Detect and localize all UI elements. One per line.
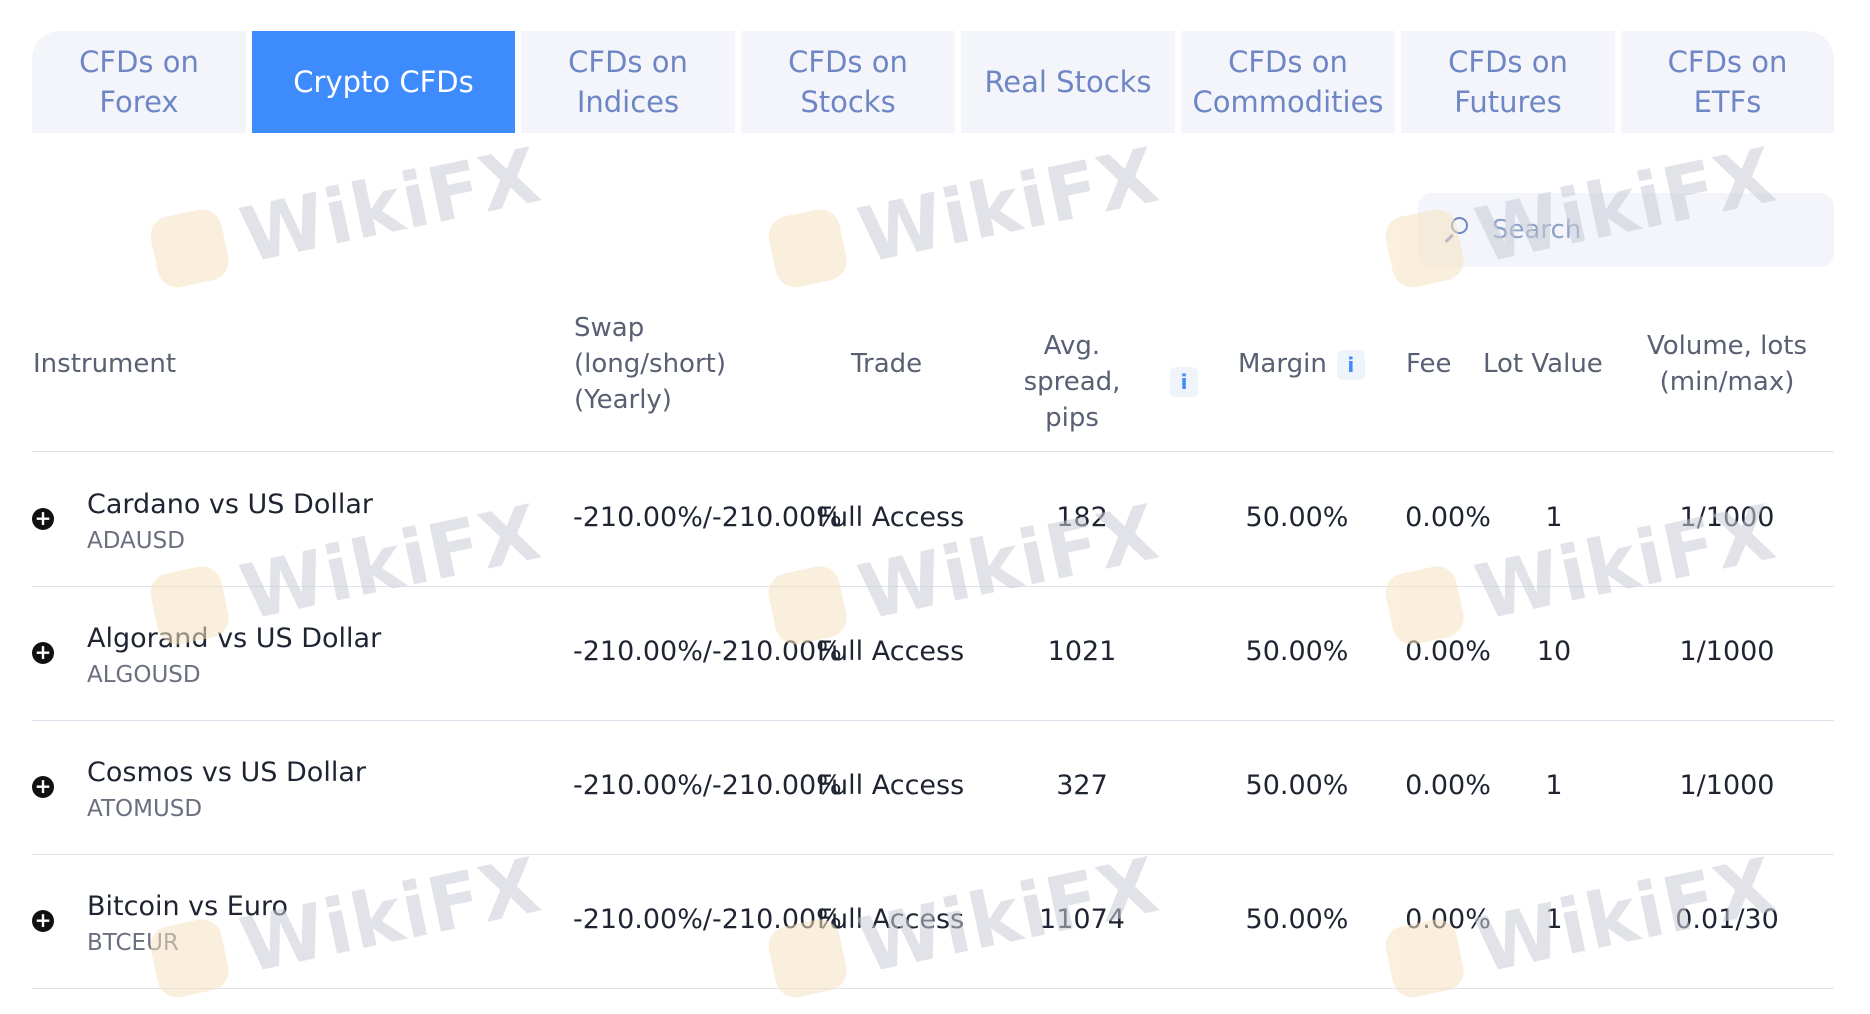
instrument-symbol: BTCEUR [87, 930, 179, 956]
tab-label: CFDs on Futures [1448, 45, 1568, 119]
column-header-volume-line: Volume, lots [1646, 331, 1808, 361]
column-header-spread-line: pips [1045, 403, 1099, 433]
lot-value: 1 [1545, 770, 1563, 801]
instrument-name: Algorand vs US Dollar [87, 623, 382, 654]
watermark: WikiFX [145, 130, 548, 299]
spread-value: 327 [1056, 770, 1108, 801]
column-header-fee: Fee [1406, 349, 1452, 379]
volume-value: 0.01/30 [1675, 904, 1779, 935]
table-header: Instrument Swap (long/short) (Yearly) Tr… [32, 300, 1834, 452]
table-row[interactable]: + Cardano vs US Dollar ADAUSD -210.00%/-… [32, 453, 1834, 587]
column-header-margin: Margin i [1238, 346, 1365, 382]
instrument-name: Cosmos vs US Dollar [87, 757, 366, 788]
swap-value: -210.00%/-210.00% [573, 636, 842, 667]
volume-value: 1/1000 [1679, 502, 1775, 533]
table-row[interactable]: + Cosmos vs US Dollar ATOMUSD -210.00%/-… [32, 721, 1834, 855]
volume-value: 1/1000 [1679, 636, 1775, 667]
instrument-name: Cardano vs US Dollar [87, 489, 373, 520]
column-header-spread-label: Avg. spread, pips [992, 328, 1152, 436]
table-row[interactable]: + Algorand vs US Dollar ALGOUSD -210.00%… [32, 587, 1834, 721]
column-header-spread-line: Avg. spread, [1023, 331, 1121, 397]
column-header-margin-label: Margin [1238, 349, 1327, 379]
search-input[interactable] [1492, 215, 1822, 245]
tab-label: CFDs on Indices [568, 45, 688, 119]
expand-icon[interactable]: + [32, 642, 54, 664]
spread-value: 1021 [1047, 636, 1117, 667]
lot-value: 10 [1536, 636, 1572, 667]
watermark-text: WikiFX [233, 130, 548, 281]
table-row[interactable]: + Bitcoin vs Euro BTCEUR -210.00%/-210.0… [32, 855, 1834, 989]
trade-value: Full Access [817, 904, 965, 935]
margin-value: 50.00% [1245, 904, 1349, 935]
instrument-symbol: ALGOUSD [87, 662, 201, 688]
column-header-trade: Trade [851, 349, 923, 379]
watermark-text: WikiFX [851, 130, 1166, 281]
tab-cfds-on-etfs[interactable]: CFDs on ETFs [1621, 31, 1834, 133]
expand-icon[interactable]: + [32, 776, 54, 798]
tab-real-stocks[interactable]: Real Stocks [961, 31, 1175, 133]
tab-label: CFDs on Commodities [1192, 45, 1384, 119]
tab-label: CFDs on Forex [79, 45, 199, 119]
lot-value: 1 [1545, 904, 1563, 935]
tab-label: Crypto CFDs [293, 65, 474, 99]
margin-value: 50.00% [1245, 770, 1349, 801]
tab-cfds-on-futures[interactable]: CFDs on Futures [1401, 31, 1615, 133]
column-header-instrument: Instrument [33, 349, 177, 379]
column-header-swap-line: Swap [574, 313, 645, 343]
column-header-swap-line: (long/short) [574, 349, 726, 379]
instrument-symbol: ADAUSD [87, 528, 185, 554]
lot-value: 1 [1545, 502, 1563, 533]
expand-icon[interactable]: + [32, 508, 54, 530]
instrument-symbol: ATOMUSD [87, 796, 203, 822]
trade-value: Full Access [817, 502, 965, 533]
tab-crypto-cfds[interactable]: Crypto CFDs [252, 31, 515, 133]
tab-label: CFDs on Stocks [788, 45, 908, 119]
search-box [1418, 193, 1834, 267]
tab-cfds-on-indices[interactable]: CFDs on Indices [521, 31, 735, 133]
watermark-logo-icon [764, 205, 851, 291]
margin-value: 50.00% [1245, 502, 1349, 533]
volume-value: 1/1000 [1679, 770, 1775, 801]
trade-value: Full Access [817, 770, 965, 801]
fee-value: 0.00% [1405, 636, 1491, 667]
swap-value: -210.00%/-210.00% [573, 502, 842, 533]
margin-value: 50.00% [1245, 636, 1349, 667]
column-header-swap-line: (Yearly) [574, 385, 672, 415]
swap-value: -210.00%/-210.00% [573, 904, 842, 935]
column-header-volume: Volume, lots (min/max) [1627, 328, 1827, 400]
fee-value: 0.00% [1405, 770, 1491, 801]
tab-label: CFDs on ETFs [1667, 45, 1788, 119]
tab-label: Real Stocks [984, 65, 1152, 99]
tab-cfds-on-commodities[interactable]: CFDs on Commodities [1181, 31, 1395, 133]
fee-value: 0.00% [1405, 502, 1491, 533]
spread-value: 182 [1056, 502, 1108, 533]
column-header-volume-line: (min/max) [1659, 367, 1795, 397]
info-icon[interactable]: i [1336, 349, 1365, 380]
fee-value: 0.00% [1405, 904, 1491, 935]
instrument-name: Bitcoin vs Euro [87, 891, 288, 922]
expand-icon[interactable]: + [32, 910, 54, 932]
column-header-lot-value: Lot Value [1483, 349, 1603, 379]
trade-value: Full Access [817, 636, 965, 667]
info-icon[interactable]: i [1170, 367, 1198, 397]
tab-cfds-on-stocks[interactable]: CFDs on Stocks [741, 31, 955, 133]
watermark-logo-icon [146, 205, 233, 291]
search-icon [1442, 217, 1468, 243]
column-header-avg-spread: Avg. spread, pips i [992, 328, 1212, 436]
instrument-tabs: CFDs on Forex Crypto CFDs CFDs on Indice… [32, 31, 1834, 133]
column-header-swap: Swap (long/short) (Yearly) [574, 310, 726, 418]
watermark: WikiFX [763, 130, 1166, 299]
swap-value: -210.00%/-210.00% [573, 770, 842, 801]
tab-cfds-on-forex[interactable]: CFDs on Forex [32, 31, 246, 133]
spread-value: 11074 [1039, 904, 1125, 935]
